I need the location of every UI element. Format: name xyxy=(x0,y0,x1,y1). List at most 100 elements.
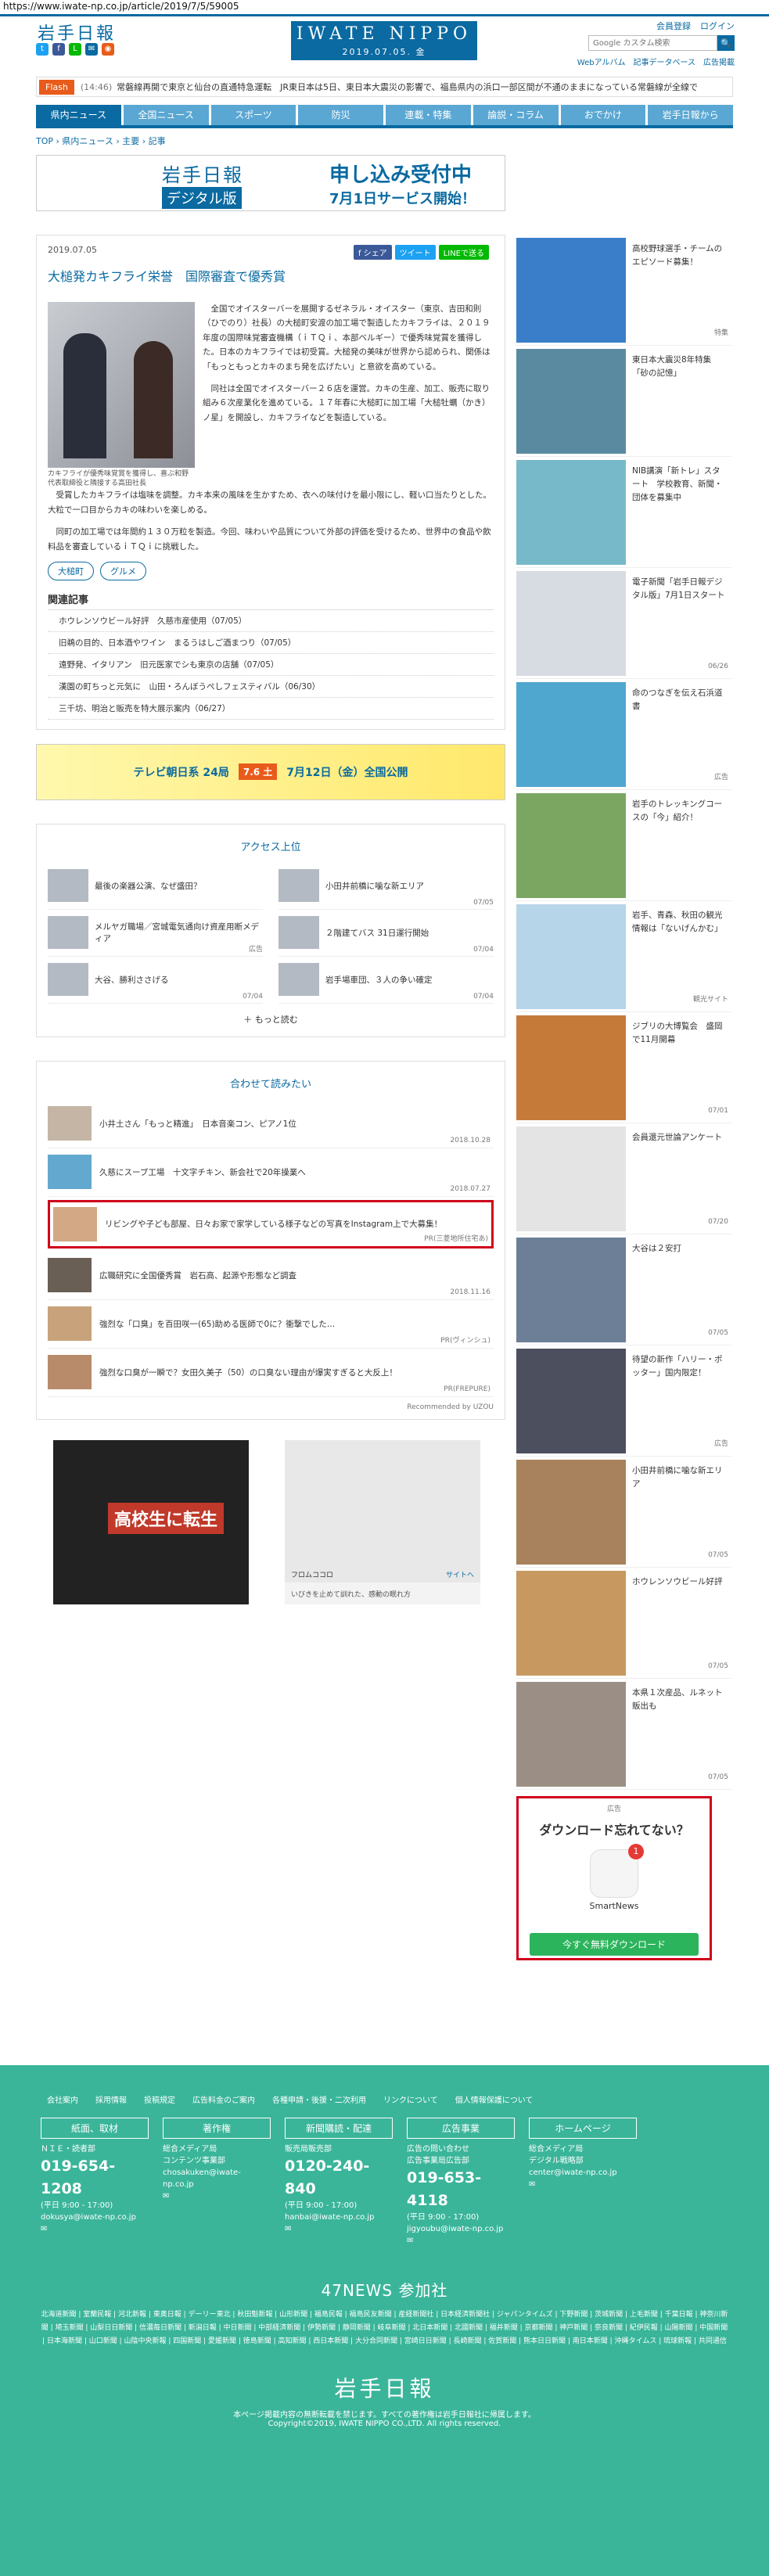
recommend-title-text: 小井土さん「もっと精進」 日本音楽コン、ピアノ1位 xyxy=(99,1119,296,1129)
phone-number[interactable]: 019-653-4118 xyxy=(407,2167,515,2211)
phone-number[interactable]: 0120-240-840 xyxy=(285,2155,393,2200)
recommend-date: PR(FREPURE) xyxy=(444,1385,491,1393)
mail-icon[interactable]: ✉ xyxy=(85,43,98,56)
nav-tab-from-nippo[interactable]: 岩手日報から xyxy=(648,105,733,125)
related-link[interactable]: 漢園の町ちっと元気に 山田・ろんぼうぺしフェスティバル（06/30） xyxy=(48,676,494,698)
sidebar-item[interactable]: NIB講演「新トレ」スタート 学校教育、新聞・団体を募集中 xyxy=(516,457,731,568)
mail-icon[interactable]: ✉ xyxy=(163,2190,271,2202)
digital-edition-banner[interactable]: 岩手日報 デジタル版 申し込み受付中 7月1日サービス開始！ xyxy=(36,155,505,211)
recommend-item[interactable]: 広職研究に全国優秀賞 岩石高、起源や形態など調査 2018.11.16 xyxy=(48,1252,494,1300)
footer-link[interactable]: 採用情報 xyxy=(95,2093,127,2105)
sidebar-item[interactable]: 電子新聞「岩手日報デジタル版」7月1日スタート 06/26 xyxy=(516,568,731,679)
flash-text[interactable]: 常磐線再開で東京と仙台の直通特急運転 JR東日本は5日、東日本大震災の影響で、福… xyxy=(117,81,698,93)
contact-email[interactable]: hanbai@iwate-np.co.jp xyxy=(285,2211,393,2223)
recommend-item[interactable]: 強烈な口臭が一瞬で？女田久美子（50）の口臭ない理由が爆実すぎると大反上！ PR(… xyxy=(48,1349,494,1397)
search-input[interactable] xyxy=(588,35,717,51)
url-bar[interactable]: https://www.iwate-np.co.jp/article/2019/… xyxy=(0,0,769,14)
tag-gourmet[interactable]: グルメ xyxy=(100,561,146,580)
sidebar-item[interactable]: ホウレンソウビール好評 07/05 xyxy=(516,1568,731,1679)
facebook-share-button[interactable]: f シェア xyxy=(353,245,392,260)
contact-email[interactable]: chosakuken@iwate-np.co.jp xyxy=(163,2167,271,2190)
line-share-button[interactable]: LINEで送る xyxy=(438,245,489,260)
related-link[interactable]: 旧鵜の目的、日本酒やワイン まるうはしご酒まつり（07/05） xyxy=(48,632,494,654)
ranking-item[interactable]: 岩手場車団、３人の争い確定 07/04 xyxy=(278,957,494,1004)
ranking-item[interactable]: 小田井前橋に噛な新エリア 07/05 xyxy=(278,863,494,910)
sleep-ad[interactable]: いびきを止めて訓れた、感動の眠れ方 フロムココロ サイトへ xyxy=(285,1439,480,1604)
contact-line: デジタル戦略部 xyxy=(529,2157,584,2165)
sidebar-item[interactable]: 命のつなぎを伝え石浜道書 広告 xyxy=(516,679,731,790)
footer-logo[interactable]: 岩手日報 xyxy=(0,2372,769,2403)
tv-ad-banner[interactable]: テレビ朝日系 24局 7.6 土 7月12日（金）全国公開 xyxy=(36,743,505,800)
sidebar-item[interactable]: 東日本大震災8年特集「砂の記憶」 xyxy=(516,346,731,457)
footer-link[interactable]: 投稿規定 xyxy=(144,2093,175,2105)
ranking-item[interactable]: 大谷、勝利ささげる 07/04 xyxy=(48,957,263,1004)
recommend-item[interactable]: 強烈な「口臭」を百田咲一(65)助める医師で0に？衝撃でした… PR(ヴィンシュ) xyxy=(48,1300,494,1349)
sidebar-item[interactable]: 小田井前橋に噛な新エリア 07/05 xyxy=(516,1457,731,1568)
recommend-item[interactable]: 小井土さん「もっと精進」 日本音楽コン、ピアノ1位 2018.10.28 xyxy=(48,1100,494,1148)
tweet-button[interactable]: ツイート xyxy=(394,245,436,260)
sidebar-item[interactable]: 本県１次産品、ルネット販出も 07/05 xyxy=(516,1679,731,1790)
footer-link[interactable]: リンクについて xyxy=(383,2093,438,2105)
nav-tab-column[interactable]: 論説・コラム xyxy=(473,105,559,125)
mail-icon[interactable]: ✉ xyxy=(407,2235,515,2247)
ad-mid: 7.6 土 xyxy=(238,763,278,781)
contact-email[interactable]: dokusya@iwate-np.co.jp xyxy=(41,2211,149,2223)
tag-otsuchi[interactable]: 大槌町 xyxy=(48,561,94,580)
sleep-ad-link[interactable]: サイトへ xyxy=(446,1569,474,1579)
article-database-link[interactable]: 記事データベース xyxy=(634,56,696,67)
footer-link[interactable]: 個人情報保護について xyxy=(455,2093,534,2105)
download-button[interactable]: 今すぐ無料ダウンロード xyxy=(530,1933,699,1956)
sidebar-item[interactable]: ジブリの大博覧会 盛岡で11月開幕 07/01 xyxy=(516,1012,731,1123)
recommend-item-highlighted[interactable]: リビングや子ども部屋、日々お家で家学している様子などの写真をInstagram上… xyxy=(48,1199,494,1248)
related-link[interactable]: ホウレンソウビール好評 久慈市産使用（07/05） xyxy=(48,610,494,632)
login-link[interactable]: ログイン xyxy=(700,20,735,32)
sidebar-item[interactable]: 会員還元世論アンケート 07/20 xyxy=(516,1123,731,1234)
footer-link[interactable]: 各種申請・後援・二次利用 xyxy=(272,2093,366,2105)
sidebar-item[interactable]: 待望の新作「ハリー・ポッター」国内限定！ 広告 xyxy=(516,1345,731,1457)
contact-email[interactable]: center@iwate-np.co.jp xyxy=(529,2167,637,2179)
line-icon[interactable]: L xyxy=(69,43,81,56)
ranking-item[interactable]: 最後の楽器公演、なぜ盛田？ xyxy=(48,863,263,910)
mail-icon[interactable]: ✉ xyxy=(529,2179,637,2190)
rss-icon[interactable]: ◉ xyxy=(102,43,114,56)
nav-tab-disaster[interactable]: 防災 xyxy=(298,105,383,125)
related-link[interactable]: 遠野発、イタリアン 旧元医家でシも東京の店舗（07/05） xyxy=(48,654,494,676)
mail-icon[interactable]: ✉ xyxy=(41,2223,149,2235)
facebook-icon[interactable]: f xyxy=(52,43,65,56)
twitter-icon[interactable]: t xyxy=(36,43,49,56)
search-button[interactable]: 🔍 xyxy=(717,35,735,51)
nav-tab-series[interactable]: 連載・特集 xyxy=(386,105,471,125)
mail-icon[interactable]: ✉ xyxy=(285,2223,393,2235)
nav-tab-national-news[interactable]: 全国ニュース xyxy=(123,105,209,125)
ranking-item[interactable]: ２階建てバス 31日運行開始 07/04 xyxy=(278,910,494,957)
recommend-item[interactable]: 久慈にスーブ工場 十文字チキン、新会社で20年操業へ 2018.07.27 xyxy=(48,1148,494,1197)
ranking-item[interactable]: メルヤガ職場／宮城電気通向け資産用断メディア 広告 xyxy=(48,910,263,957)
sidebar-item[interactable]: 高校野球選手・チームのエピソード募集！ 特集 xyxy=(516,235,731,346)
contact-email[interactable]: jigyoubu@iwate-np.co.jp xyxy=(407,2223,515,2235)
more-button[interactable]: ＋ もっと読む xyxy=(48,1004,494,1029)
recommend-title-text: リビングや子ども部屋、日々お家で家学している様子などの写真をInstagram上… xyxy=(105,1220,443,1230)
site-logo[interactable]: 岩手日報 xyxy=(38,20,116,45)
nav-tab-outing[interactable]: おでかけ xyxy=(560,105,646,125)
smartnews-ad[interactable]: 広告 ダウンロード忘れてない？ 1 SmartNews 今すぐ無料ダウンロード xyxy=(516,1796,712,1960)
nav-tab-local-news[interactable]: 県内ニュース xyxy=(36,105,121,125)
sidebar-item[interactable]: 岩手のトレッキングコースの「今」紹介！ xyxy=(516,790,731,901)
photo-image[interactable] xyxy=(48,302,195,468)
register-link[interactable]: 会員登録 xyxy=(656,20,691,32)
web-album-link[interactable]: Webアルバム xyxy=(577,56,626,67)
related-link[interactable]: 三千坊、明治と販売を特大展示案内（06/27） xyxy=(48,698,494,720)
sidebar-text: ホウレンソウビール好評 07/05 xyxy=(626,1571,731,1675)
ad-placement-link[interactable]: 広告掲載 xyxy=(703,56,735,67)
flash-label: Flash xyxy=(39,79,74,95)
breadcrumb[interactable]: TOP › 県内ニュース › 主要 › 記事 xyxy=(36,135,733,147)
footer-link[interactable]: 広告料金のご案内 xyxy=(192,2093,255,2105)
flash-ticker[interactable]: Flash (14:46) 常磐線再開で東京と仙台の直通特急運転 JR東日本は5… xyxy=(36,77,733,97)
sidebar-item[interactable]: 岩手、青森、秋田の観光情報は「ないげんかむ」 観光サイト xyxy=(516,901,731,1012)
sidebar-item[interactable]: 大谷は２安打 07/05 xyxy=(516,1234,731,1345)
phone-number[interactable]: 019-654-1208 xyxy=(41,2155,149,2200)
n47-members[interactable]: 北海道新聞 | 室蘭民報 | 河北新報 | 東奥日報 | デーリー東北 | 秋田… xyxy=(41,2308,728,2348)
manga-ad[interactable]: 高校生に転生 xyxy=(53,1439,249,1604)
nav-tab-sports[interactable]: スポーツ xyxy=(210,105,296,125)
footer-link[interactable]: 会社案内 xyxy=(47,2093,78,2105)
article-paragraph: 同社は全国でオイスターバー２６店を運営。カキの生産、加工、販売に取り組み６次産業… xyxy=(203,383,491,422)
